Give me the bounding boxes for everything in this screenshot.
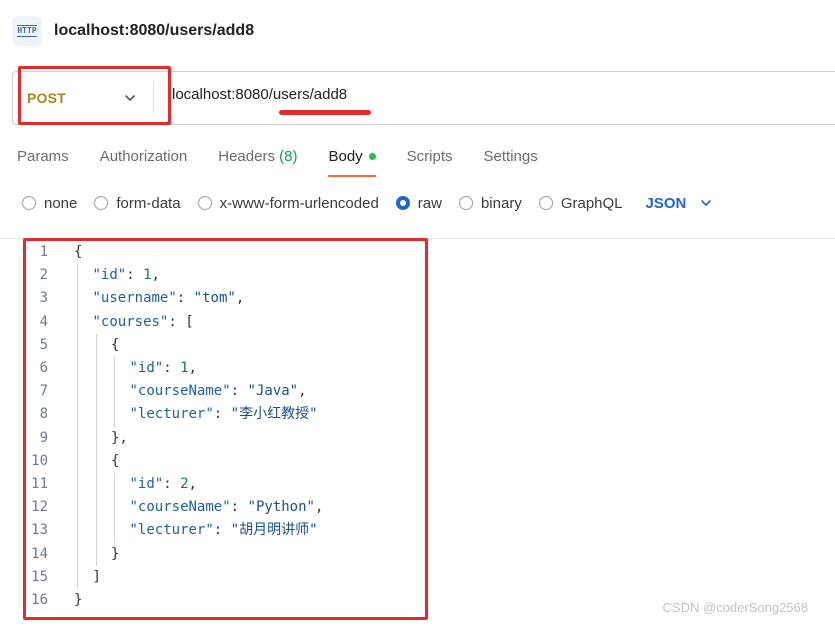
radio-form-data[interactable]: form-data (94, 195, 181, 212)
radio-button[interactable] (94, 196, 109, 210)
radio-urlencoded[interactable]: x-www-form-urlencoded (197, 195, 379, 212)
chevron-down-icon (701, 200, 712, 206)
headers-count: (8) (279, 148, 298, 165)
body-status-dot (368, 152, 376, 160)
http-icon-label: HTTP (17, 25, 37, 37)
body-highlight-box (23, 238, 428, 620)
tab-headers[interactable]: Headers (8) (218, 147, 297, 179)
http-request-icon: HTTP (12, 16, 42, 46)
radio-binary[interactable]: binary (458, 195, 522, 212)
radio-graphql[interactable]: GraphQL (538, 195, 623, 212)
radio-button[interactable] (538, 196, 553, 210)
request-title-row: HTTP localhost:8080/users/add8 (12, 16, 254, 46)
radio-raw[interactable]: raw (395, 195, 442, 212)
url-input[interactable]: localhost:8080/users/add8 (172, 86, 347, 103)
radio-button[interactable] (458, 196, 473, 210)
request-title[interactable]: localhost:8080/users/add8 (54, 22, 254, 40)
tab-authorization[interactable]: Authorization (100, 147, 188, 179)
method-highlight-box (18, 66, 171, 125)
radio-button[interactable] (197, 196, 212, 210)
tab-scripts[interactable]: Scripts (407, 147, 453, 179)
body-type-selector: none form-data x-www-form-urlencoded raw… (22, 192, 712, 214)
tab-settings[interactable]: Settings (484, 147, 538, 179)
tab-body[interactable]: Body (328, 147, 376, 179)
request-tabs: Params Authorization Headers (8) Body Sc… (17, 147, 569, 179)
watermark: CSDN @coderSong2568 (662, 600, 808, 615)
url-path-underline (279, 110, 371, 115)
format-dropdown[interactable]: JSON (646, 195, 713, 212)
tab-params[interactable]: Params (17, 147, 69, 179)
radio-button-checked[interactable] (395, 196, 410, 210)
radio-none[interactable]: none (22, 195, 77, 212)
radio-button[interactable] (22, 196, 36, 210)
format-label: JSON (645, 194, 687, 212)
